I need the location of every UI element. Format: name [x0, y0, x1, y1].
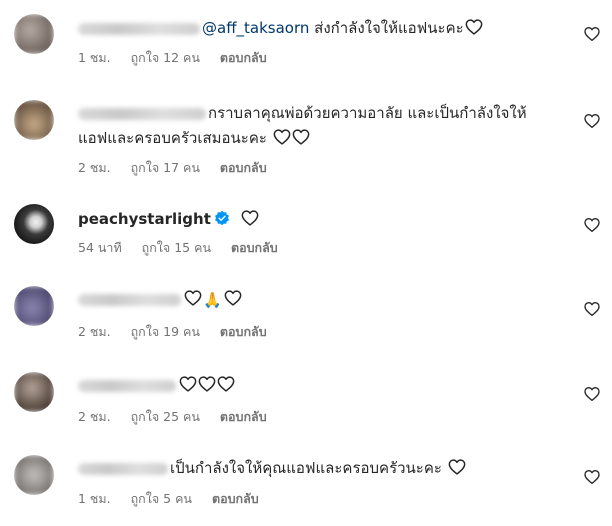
heart-emoji-icon: [224, 290, 242, 306]
reply-button[interactable]: ตอบกลับ: [212, 491, 259, 506]
username-redacted[interactable]: [78, 379, 176, 392]
comment-time: 1 ชม.: [78, 50, 111, 65]
heart-emoji-icon: [448, 459, 466, 475]
heart-emoji-icon: [184, 290, 202, 306]
heart-emoji-icon: [179, 376, 197, 392]
heart-emoji-icon: [241, 210, 259, 226]
comment-time: 54 นาที: [78, 240, 122, 255]
avatar[interactable]: [14, 455, 54, 495]
like-count[interactable]: ถูกใจ 15 คน: [142, 240, 211, 255]
like-count[interactable]: ถูกใจ 19 คน: [131, 324, 200, 339]
comment-time: 2 ชม.: [78, 409, 111, 424]
heart-outline-icon[interactable]: [584, 217, 600, 233]
reply-button[interactable]: ตอบกลับ: [220, 50, 267, 65]
heart-emoji-icon: [273, 129, 291, 145]
like-count[interactable]: ถูกใจ 12 คน: [131, 50, 200, 65]
avatar[interactable]: [14, 372, 54, 412]
like-count[interactable]: ถูกใจ 5 คน: [131, 491, 192, 506]
username-redacted[interactable]: [78, 107, 206, 120]
comment-time: 1 ชม.: [78, 491, 111, 506]
mention-link[interactable]: @aff_taksaorn: [202, 19, 309, 37]
username-redacted[interactable]: [78, 462, 168, 475]
heart-emoji-icon: [217, 376, 235, 392]
heart-outline-icon[interactable]: [584, 469, 600, 485]
verified-badge-icon: [214, 210, 229, 226]
heart-emoji-icon: [465, 19, 483, 35]
username-link[interactable]: peachystarlight: [78, 210, 211, 228]
reply-button[interactable]: ตอบกลับ: [231, 240, 278, 255]
heart-outline-icon[interactable]: [584, 301, 600, 317]
avatar[interactable]: [14, 100, 54, 140]
comment-text: เป็นกำลังใจให้คุณแอฟและครอบครัวนะคะ: [170, 459, 442, 477]
heart-outline-icon[interactable]: [584, 26, 600, 42]
username-redacted[interactable]: [78, 293, 181, 306]
like-count[interactable]: ถูกใจ 25 คน: [131, 409, 200, 424]
like-count[interactable]: ถูกใจ 17 คน: [131, 160, 200, 175]
heart-emoji-icon: [198, 376, 216, 392]
heart-emoji-icon: [292, 129, 310, 145]
heart-outline-icon[interactable]: [584, 113, 600, 129]
username-redacted[interactable]: [78, 22, 200, 35]
avatar[interactable]: [14, 14, 54, 54]
comment-text-line2: แอฟและครอบครัวเสมอนะคะ: [78, 129, 267, 147]
comment-text: ส่งกำลังใจให้แอฟนะคะ: [309, 19, 464, 37]
praying-hands-icon: 🙏: [203, 291, 222, 309]
reply-button[interactable]: ตอบกลับ: [220, 324, 267, 339]
avatar[interactable]: [14, 286, 54, 326]
reply-button[interactable]: ตอบกลับ: [220, 409, 267, 424]
avatar[interactable]: [14, 204, 54, 244]
comment-time: 2 ชม.: [78, 160, 111, 175]
heart-outline-icon[interactable]: [584, 386, 600, 402]
reply-button[interactable]: ตอบกลับ: [220, 160, 267, 175]
comment-time: 2 ชม.: [78, 324, 111, 339]
comment-text: กราบลาคุณพ่อด้วยความอาลัย และเป็นกำลังใจ…: [208, 104, 527, 122]
